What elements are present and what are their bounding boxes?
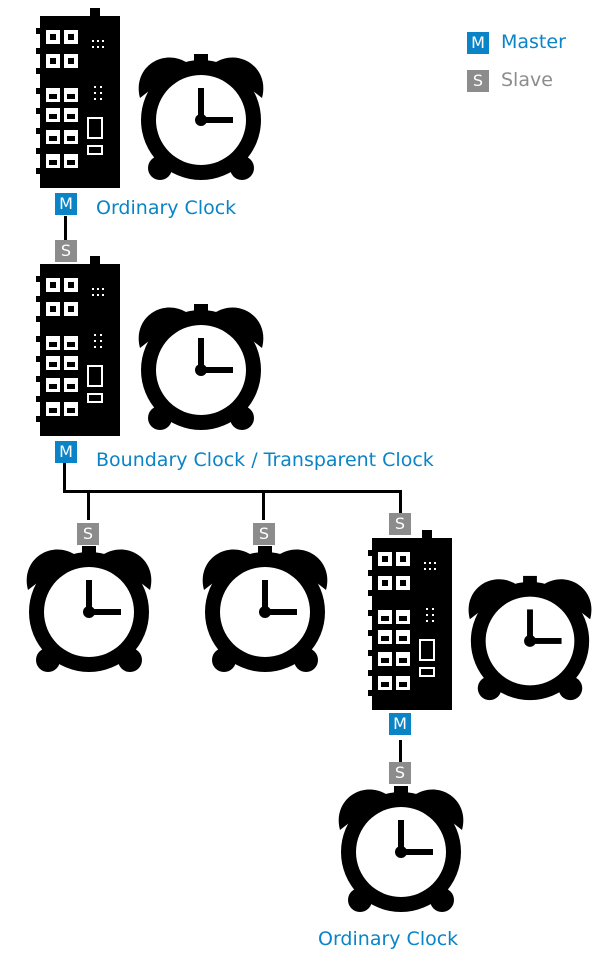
legend-slave-badge: S: [467, 70, 489, 92]
drop-to-switch-3: [399, 490, 402, 514]
clock-boundary-icon: [126, 298, 276, 438]
clock-bottom-icon: [326, 780, 476, 920]
distribution-bus: [63, 490, 402, 493]
link-top-to-boundary: [64, 216, 67, 242]
legend-master-badge: M: [467, 32, 489, 54]
label-ordinary-clock-bottom: Ordinary Clock: [318, 928, 459, 950]
master-badge-top: M: [55, 193, 77, 215]
master-badge-boundary: M: [55, 441, 77, 463]
switch-boundary-icon: [36, 256, 122, 440]
switch-top-icon: [36, 8, 122, 192]
link-boundary-down: [63, 463, 66, 493]
clock-2-icon: [190, 540, 340, 680]
clock-top-icon: [126, 48, 276, 188]
switch-3-icon: [368, 530, 454, 714]
link-switch3-to-bottom-clock: [399, 740, 402, 764]
clock-1-icon: [14, 540, 164, 680]
drop-to-clock-1: [87, 490, 90, 520]
legend-master-label: Master: [501, 31, 566, 53]
clock-3-icon: [456, 570, 604, 708]
label-boundary-transparent-clock: Boundary Clock / Transparent Clock: [96, 449, 434, 471]
drop-to-clock-2: [262, 490, 265, 520]
legend-slave-label: Slave: [501, 69, 553, 91]
label-ordinary-clock-top: Ordinary Clock: [96, 197, 237, 219]
master-badge-switch-3: M: [389, 713, 411, 735]
